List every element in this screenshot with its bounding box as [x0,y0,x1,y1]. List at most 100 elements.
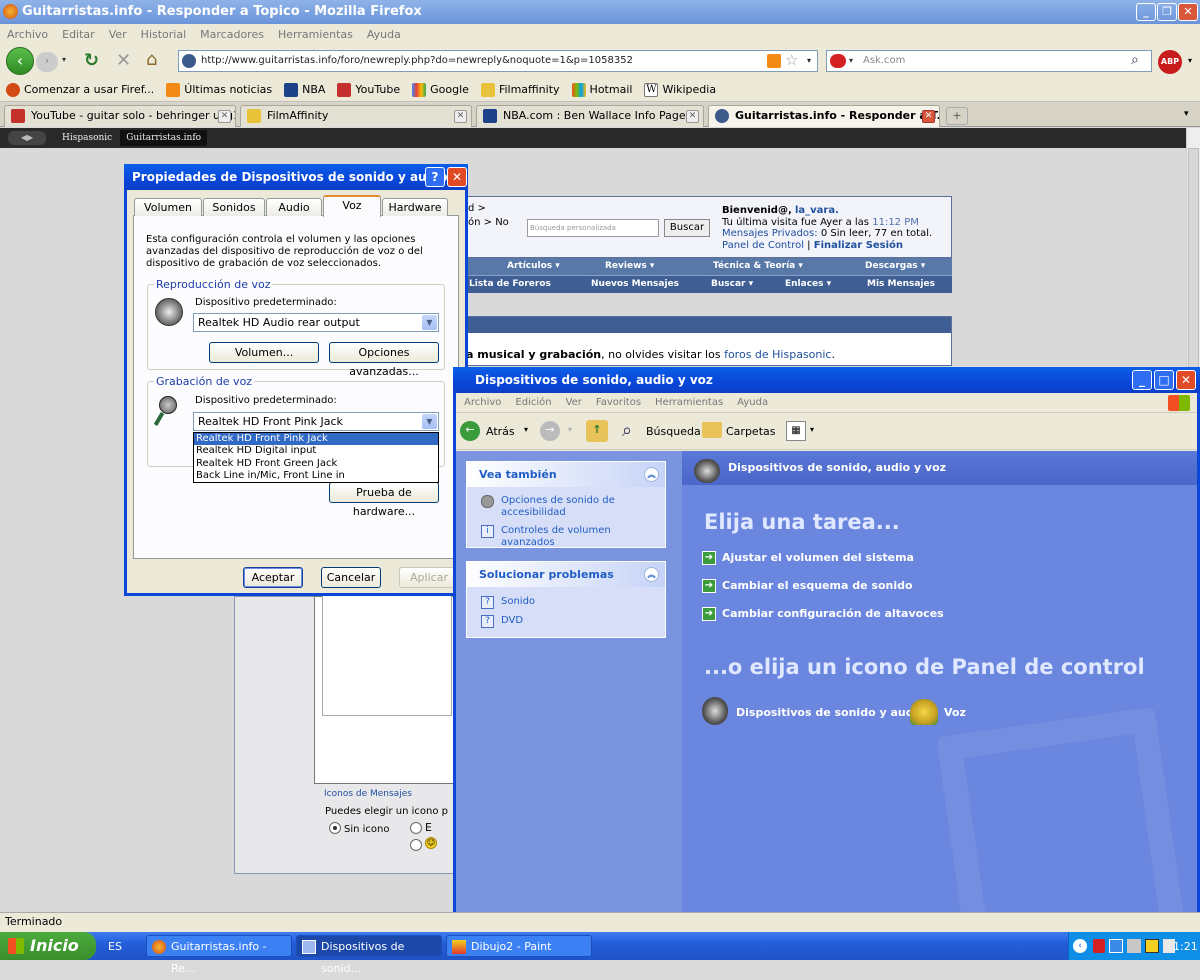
nav-articulos[interactable]: Artículos ▾ [507,261,560,271]
minimize-button[interactable]: _ [1136,3,1156,21]
logout-link[interactable]: Finalizar Sesión [814,240,903,251]
views-dropdown-icon[interactable]: ▾ [810,425,814,434]
tab-hardware[interactable]: Hardware [382,198,448,216]
restore-button[interactable]: ❐ [1157,3,1177,21]
forward-icon[interactable]: › [36,52,58,72]
playback-device-select[interactable]: Realtek HD Audio rear output ▼ [193,313,439,332]
rss-icon[interactable] [767,54,781,68]
recording-device-select[interactable]: Realtek HD Front Pink Jack ▼ [193,412,439,431]
tab-voz[interactable]: Voz [323,195,381,217]
clock[interactable]: 1:21 [1173,940,1198,953]
message-textarea[interactable] [322,596,452,716]
back-icon[interactable]: ‹ [6,47,34,75]
bookmark-nba[interactable]: NBA [284,82,325,97]
icon-radio-1[interactable] [410,822,422,834]
troubleshoot-dvd[interactable]: ? DVD [467,615,665,628]
hispasonic-forums-link[interactable]: foros de Hispasonic [724,348,831,361]
apply-button[interactable]: Aplicar [399,567,459,588]
search-bar[interactable]: ▾ Ask.com ⌕ [826,50,1152,72]
bookmark-hotmail[interactable]: Hotmail [571,82,632,97]
bookmark-youtube[interactable]: YouTube [337,82,400,97]
search-icon[interactable]: ⌕ [622,420,632,441]
site-bar-handle-icon[interactable]: ◀▶ [8,131,46,145]
close-icon[interactable]: ✕ [686,110,699,123]
menu-ver[interactable]: Ver [109,28,127,41]
bookmark-ultimas-noticias[interactable]: Últimas noticias [166,82,272,97]
nav-tecnica[interactable]: Técnica & Teoría ▾ [713,261,803,271]
dropdown-option-green-jack[interactable]: Realtek HD Front Green Jack [194,458,438,470]
control-panel-link[interactable]: Panel de Control [722,240,804,251]
collapse-chevron-icon[interactable]: ︽ [644,567,659,582]
icon-radio-2[interactable] [410,839,422,851]
forum-search-input[interactable]: Búsqueda personalizada [527,219,659,237]
tab-guitarristas[interactable]: Guitarristas.info - Responder a T... ✕ [708,105,940,127]
language-indicator[interactable]: ES [108,940,122,953]
no-icon-radio[interactable] [329,822,341,834]
tray-expand-icon[interactable]: ‹ [1073,939,1087,953]
username-link[interactable]: la_vara. [795,205,839,216]
bookmark-wikipedia[interactable]: W Wikipedia [644,82,716,97]
dropdown-option-pink-jack[interactable]: Realtek HD Front Pink Jack [194,433,438,446]
menu-edicion[interactable]: Edición [515,397,551,408]
search-engine-dropdown-icon[interactable]: ▾ [849,51,853,71]
back-dropdown-icon[interactable]: ▾ [524,425,528,434]
search-label[interactable]: Búsqueda [646,425,701,438]
dropdown-option-back-line-in[interactable]: Back Line in/Mic, Front Line in [194,470,438,482]
site-identity-icon[interactable] [182,54,196,68]
menu-ayuda[interactable]: Ayuda [737,397,768,408]
new-tab-icon[interactable]: + [946,107,968,125]
menu-marcadores[interactable]: Marcadores [200,28,264,41]
stop-icon[interactable]: ✕ [116,50,131,71]
bookmark-comenzar[interactable]: Comenzar a usar Firef... [6,82,154,97]
antivirus-tray-icon[interactable] [1093,939,1105,953]
overflow-icon[interactable]: ▾ [1188,56,1192,65]
folders-label[interactable]: Carpetas [726,425,775,438]
task-change-speaker-settings[interactable]: ➔ Cambiar configuración de altavoces [702,607,944,621]
close-icon[interactable]: ✕ [218,110,231,123]
menu-historial[interactable]: Historial [141,28,186,41]
forum-search-button[interactable]: Buscar [664,219,710,237]
tab-list-icon[interactable]: ▾ [1184,109,1189,119]
volume-button[interactable]: Volumen... [209,342,319,363]
adblock-icon[interactable]: ABP [1158,50,1182,74]
task-adjust-volume[interactable]: ➔ Ajustar el volumen del sistema [702,551,914,565]
close-button[interactable]: ✕ [1176,370,1196,390]
home-icon[interactable]: ⌂ [146,49,157,70]
troubleshoot-sonido[interactable]: ? Sonido [467,596,665,609]
forward-dropdown-icon[interactable]: ▾ [568,425,572,434]
nav-mis-mensajes[interactable]: Mis Mensajes [867,279,935,289]
back-icon[interactable]: ← [460,421,480,441]
ask-icon[interactable] [830,54,846,68]
see-also-header[interactable]: Vea también ︽ [467,462,665,487]
task-change-sound-scheme[interactable]: ➔ Cambiar el esquema de sonido [702,579,913,593]
advanced-options-button[interactable]: Opciones avanzadas... [329,342,439,378]
audio-tray-icon[interactable] [1127,939,1141,953]
menu-ver[interactable]: Ver [566,397,582,408]
menu-editar[interactable]: Editar [62,28,95,41]
up-folder-icon[interactable]: ↑ [586,420,608,442]
search-icon[interactable]: ⌕ [1131,50,1139,70]
tab-volumen[interactable]: Volumen [134,198,202,216]
menu-favoritos[interactable]: Favoritos [596,397,641,408]
nav-reviews[interactable]: Reviews ▾ [605,261,654,271]
history-dropdown-icon[interactable]: ▾ [62,55,66,64]
tab-audio[interactable]: Audio [266,198,322,216]
views-icon[interactable]: ▦ [786,421,806,441]
bookmark-filmaffinity[interactable]: Filmaffinity [480,82,560,97]
reload-icon[interactable]: ↻ [84,50,99,71]
update-tray-icon[interactable] [1145,939,1159,953]
dropdown-option-digital-input[interactable]: Realtek HD Digital input [194,445,438,457]
nav-enlaces[interactable]: Enlaces ▾ [785,279,831,289]
nav-nuevos-mensajes[interactable]: Nuevos Mensajes [591,279,679,289]
site-link-guitarristas[interactable]: Guitarristas.info [120,130,208,146]
taskbar-sound-devices[interactable]: Dispositivos de sonid... [296,935,442,975]
breadcrumb-2[interactable]: ón > No [468,217,509,228]
close-button[interactable]: ✕ [1178,3,1198,21]
maximize-button[interactable]: □ [1154,370,1174,390]
chevron-down-icon[interactable]: ▼ [422,315,437,330]
bookmark-google[interactable]: Google [412,82,469,97]
menu-archivo[interactable]: Archivo [464,397,501,408]
site-link-hispasonic[interactable]: Hispasonic [62,133,112,143]
menu-herramientas[interactable]: Herramientas [278,28,353,41]
back-label[interactable]: Atrás [486,425,515,438]
